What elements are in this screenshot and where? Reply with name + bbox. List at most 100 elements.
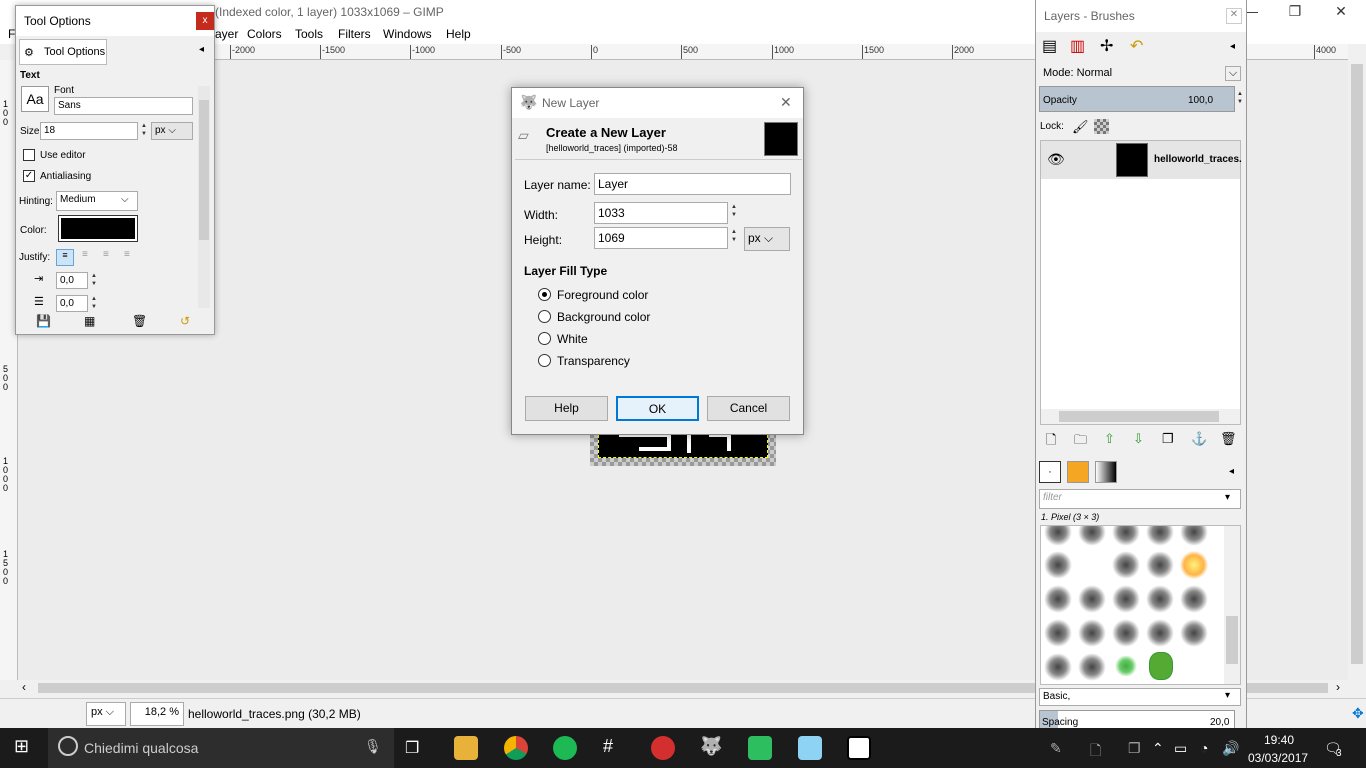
photos-icon[interactable] [847,736,871,760]
cancel-button[interactable]: Cancel [707,396,790,421]
opacity-slider[interactable]: Opacity 100,0 [1039,86,1235,112]
maximize-button[interactable]: ❐ [1272,0,1318,24]
menu-filters[interactable]: Filters [338,27,371,41]
zoom-select[interactable]: 18,2 % [130,702,184,726]
brush-item[interactable] [1078,585,1106,613]
brush-item[interactable] [1112,619,1140,647]
fill-background-radio[interactable] [538,310,551,323]
delete-layer-icon[interactable]: 🗑 [1220,431,1237,447]
chrome-icon[interactable] [504,736,528,760]
dialog-close-icon[interactable]: ✕ [780,94,792,111]
file-explorer-icon[interactable] [454,736,478,760]
fill-white-radio[interactable] [538,332,551,345]
channels-tab-icon[interactable]: ▥ [1070,36,1085,56]
new-layer-group-icon[interactable]: 🗀 [1074,431,1087,453]
layers-list[interactable] [1040,140,1241,425]
brush-item[interactable] [1112,585,1140,613]
tray-icon[interactable]: ❐ [1128,740,1141,757]
patterns-tab-icon[interactable] [1067,461,1089,483]
brush-item[interactable] [1078,653,1106,681]
paths-tab-icon[interactable]: ✢ [1100,36,1113,56]
unit-select[interactable]: px ⌵ [86,702,126,726]
delete-options-icon[interactable]: 🗑 [132,314,147,328]
gradients-tab-icon[interactable] [1095,461,1117,483]
scroll-right-icon[interactable]: › [1336,680,1340,694]
app-icon[interactable] [798,736,822,760]
layers-hscrollbar[interactable] [1041,409,1240,424]
brush-item[interactable] [1146,551,1174,579]
tab-tool-options[interactable]: ⚙ Tool Options [19,39,107,65]
battery-icon[interactable]: ▭ [1174,740,1187,757]
windows-start-icon[interactable]: ⊞ [14,736,29,757]
volume-icon[interactable]: 🔊 [1222,740,1239,757]
width-input[interactable]: 1033 [594,202,728,224]
brush-grid[interactable] [1040,525,1241,685]
raise-layer-icon[interactable]: ⇧ [1104,431,1115,447]
task-view-icon[interactable]: ❐ [405,738,419,758]
justify-center-icon[interactable]: ≡ [103,249,109,260]
antialiasing-checkbox[interactable]: ✓ [23,170,35,182]
menu-colors[interactable]: Colors [247,27,282,41]
lock-pixels-icon[interactable]: 🖌 [1072,119,1089,135]
brush-item[interactable] [1078,619,1106,647]
fill-transparency-label[interactable]: Transparency [557,354,630,368]
tool-options-scroll-thumb[interactable] [199,100,209,240]
fill-background-label[interactable]: Background color [557,310,650,324]
brush-tag-select[interactable]: Basic, ▾ [1039,688,1241,706]
brush-item[interactable] [1044,526,1072,546]
layers-scroll-thumb[interactable] [1059,411,1219,422]
brush-filter-input[interactable]: filter ▾ [1039,489,1241,509]
help-button[interactable]: Help [525,396,608,421]
wifi-icon[interactable]: ◔ [1200,740,1208,756]
eye-icon[interactable]: 👁 [1047,151,1065,168]
new-layer-icon[interactable]: 🗋 [1046,431,1056,453]
brush-item[interactable] [1180,551,1208,579]
brush-scroll-thumb[interactable] [1226,616,1238,664]
mode-select[interactable]: Mode: Normal ⌵ [1039,64,1241,84]
brush-item[interactable] [1112,526,1140,546]
brushes-menu-icon[interactable]: ◂ [1229,466,1234,477]
use-editor-checkbox[interactable] [23,149,35,161]
clock-date[interactable]: 03/03/2017 [1248,751,1308,765]
layer-name[interactable]: helloworld_traces. [1154,154,1242,165]
scroll-left-icon[interactable]: ‹ [22,680,26,694]
brush-item[interactable] [1078,526,1106,546]
menu-layer[interactable]: ayer [215,27,238,41]
size-spin-icon[interactable]: ▲ ▼ [139,122,149,138]
size-unit-select[interactable]: px ⌵ [151,122,193,140]
dock-menu-icon[interactable]: ◂ [1230,41,1235,52]
fill-foreground-radio[interactable] [538,288,551,301]
reset-options-icon[interactable]: ↺ [180,314,190,328]
color-button[interactable] [58,215,138,242]
brush-scrollbar[interactable] [1224,526,1240,684]
clock-time[interactable]: 19:40 [1264,733,1294,747]
size-input[interactable]: 18 [40,122,138,140]
hinting-select[interactable]: Medium ⌵ [56,191,138,211]
line-spacing-input[interactable]: 0,0 [56,295,88,312]
opacity-spin-icon[interactable]: ▲ ▼ [1235,90,1245,106]
brush-item[interactable] [1146,585,1174,613]
fill-white-label[interactable]: White [557,332,588,346]
brushes-tab-icon[interactable]: · [1039,461,1061,483]
navigate-icon[interactable]: ✥ [1352,705,1364,722]
brush-item[interactable] [1044,551,1072,579]
spacing-slider[interactable]: Spacing 20,0 [1039,710,1235,730]
width-spin-icon[interactable]: ▲ ▼ [729,203,739,219]
layers-tab-icon[interactable]: ▤ [1042,36,1057,56]
microphone-icon[interactable]: 🎙 [364,738,382,755]
menu-windows[interactable]: Windows [383,27,432,41]
brush-item[interactable] [1044,619,1072,647]
brush-item[interactable] [1180,619,1208,647]
brush-item[interactable] [1114,656,1138,676]
duplicate-layer-icon[interactable]: ❐ [1162,431,1174,447]
undo-history-tab-icon[interactable]: ↶ [1130,36,1143,56]
chevron-up-icon[interactable]: ⌃ [1152,740,1164,757]
brush-item[interactable] [1180,526,1208,546]
taskbar-search[interactable]: Chiedimi qualcosa 🎙 [48,728,394,768]
tool-options-close-button[interactable]: x [196,12,214,30]
save-options-icon[interactable]: 💾 [36,314,51,328]
app-icon[interactable] [651,736,675,760]
menu-help[interactable]: Help [446,27,471,41]
lower-layer-icon[interactable]: ⇩ [1133,431,1144,447]
justify-right-icon[interactable]: ≡ [82,249,88,260]
